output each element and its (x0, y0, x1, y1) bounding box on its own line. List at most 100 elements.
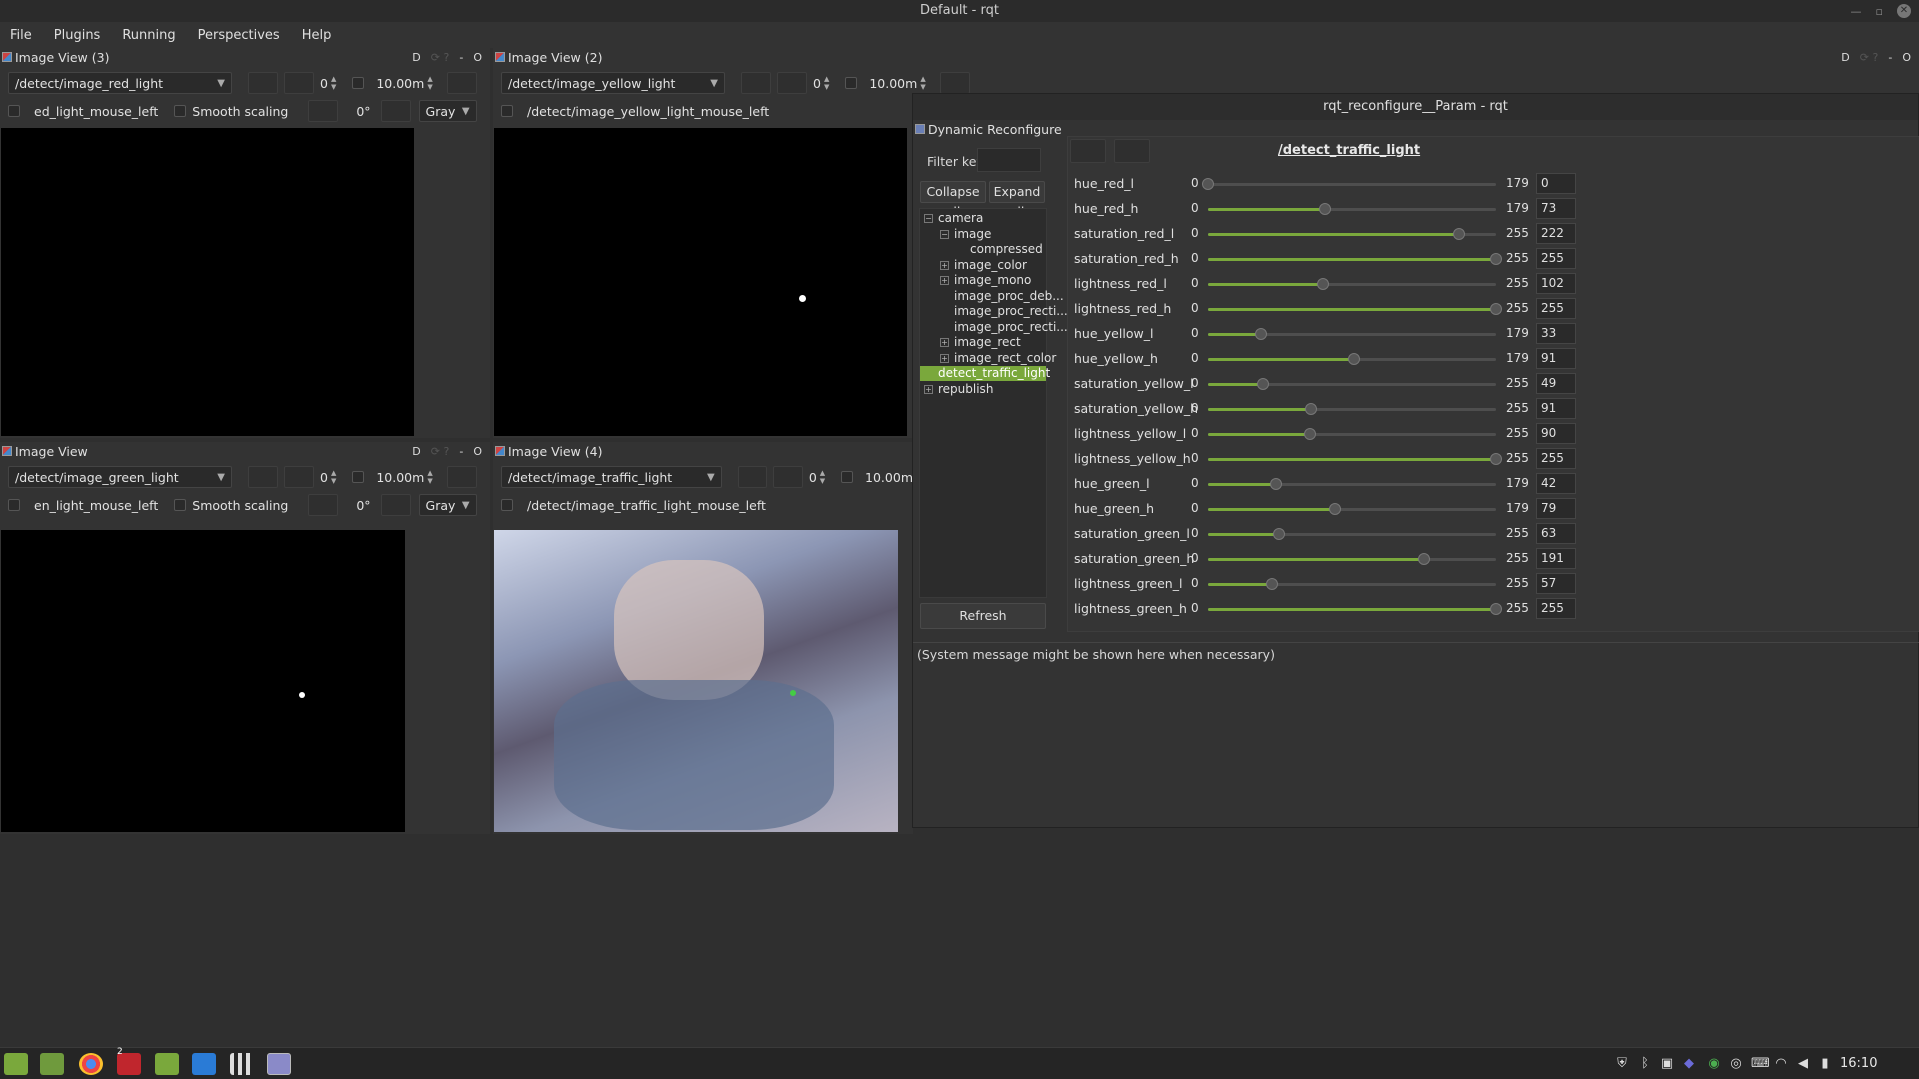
rotate-right-button[interactable] (380, 494, 411, 516)
slider-handle[interactable] (1255, 328, 1268, 340)
slider-handle[interactable] (1202, 178, 1214, 190)
publish-checkbox[interactable] (841, 471, 854, 483)
slider-handle[interactable] (1329, 503, 1342, 515)
expand-icon[interactable]: + (940, 338, 949, 347)
param-value-input[interactable]: 191 (1536, 548, 1576, 569)
dock-refresh-icon[interactable]: ⟳ ? (1860, 51, 1879, 64)
show-desktop-icon[interactable] (40, 1053, 64, 1075)
menu-help[interactable]: Help (298, 26, 336, 45)
param-slider[interactable] (1208, 403, 1496, 415)
menu-file[interactable]: File (6, 26, 36, 45)
nvidia-icon[interactable]: ◎ (1728, 1056, 1744, 1072)
collapse-icon[interactable]: − (940, 230, 949, 239)
dock-close-button[interactable]: O (473, 51, 482, 64)
dock-float-button[interactable]: D (412, 51, 420, 64)
tree-node-image-rect-color[interactable]: + image_rect_color (940, 351, 1056, 366)
slider-handle[interactable] (1317, 278, 1330, 290)
spin-box[interactable]: 0 ▲ ▼ (809, 466, 825, 488)
period-spin[interactable]: 10.00m (865, 466, 913, 488)
param-slider[interactable] (1208, 278, 1496, 290)
param-slider[interactable] (1208, 228, 1496, 240)
menu-perspectives[interactable]: Perspectives (194, 26, 284, 45)
slider-handle[interactable] (1490, 603, 1502, 615)
slider-handle[interactable] (1490, 253, 1502, 265)
files-icon[interactable] (155, 1053, 179, 1075)
param-value-input[interactable]: 79 (1536, 498, 1576, 519)
param-value-input[interactable]: 33 (1536, 323, 1576, 344)
dock-refresh-icon[interactable]: ⟳ ? (431, 445, 450, 458)
param-slider[interactable] (1208, 303, 1502, 315)
mouse-publish-checkbox[interactable] (8, 105, 20, 117)
sync-icon[interactable]: ◉ (1706, 1056, 1722, 1072)
param-value-input[interactable]: 102 (1536, 273, 1576, 294)
param-value-input[interactable]: 255 (1536, 448, 1576, 469)
image-display[interactable] (1, 128, 414, 436)
slider-handle[interactable] (1303, 428, 1316, 440)
spin-box[interactable]: 0 ▲ ▼ (320, 72, 336, 94)
rotate-left-button[interactable] (308, 494, 339, 516)
zoom-button[interactable] (777, 72, 807, 94)
teams-icon[interactable]: ◆ (1681, 1056, 1697, 1072)
param-slider[interactable] (1208, 453, 1502, 465)
topic-select[interactable]: /detect/image_red_light ▼ (8, 72, 232, 94)
publish-checkbox[interactable] (352, 77, 365, 89)
zoom-button[interactable] (284, 72, 314, 94)
topic-select[interactable]: /detect/image_traffic_light ▼ (501, 466, 722, 488)
param-value-input[interactable]: 255 (1536, 248, 1576, 269)
publish-checkbox[interactable] (352, 471, 365, 483)
save-image-button[interactable] (939, 72, 970, 94)
param-slider[interactable] (1208, 428, 1496, 440)
param-slider[interactable] (1208, 253, 1502, 265)
refresh-topics-button[interactable] (248, 466, 278, 488)
menu-running[interactable]: Running (118, 26, 179, 45)
tree-node-image-proc-rectify-1[interactable]: image_proc_recti... (954, 304, 1068, 319)
refresh-button[interactable]: Refresh (920, 603, 1046, 629)
slider-handle[interactable] (1490, 453, 1502, 465)
topic-select[interactable]: /detect/image_yellow_light ▼ (501, 72, 725, 94)
param-slider[interactable] (1208, 503, 1496, 515)
refresh-topics-button[interactable] (248, 72, 278, 94)
menu-icon[interactable] (4, 1053, 28, 1075)
param-value-input[interactable]: 90 (1536, 423, 1576, 444)
slider-handle[interactable] (1304, 403, 1317, 415)
rqt-window-icon[interactable] (267, 1053, 291, 1075)
dock-minimize-button[interactable]: - (459, 445, 463, 458)
param-value-input[interactable]: 63 (1536, 523, 1576, 544)
dock-close-button[interactable]: O (1902, 51, 1911, 64)
slider-handle[interactable] (1490, 303, 1502, 315)
param-value-input[interactable]: 42 (1536, 473, 1576, 494)
mouse-publish-checkbox[interactable] (501, 499, 513, 511)
period-spin[interactable]: 10.00m ▲ ▼ (376, 72, 432, 94)
param-slider[interactable] (1208, 353, 1496, 365)
param-value-input[interactable]: 57 (1536, 573, 1576, 594)
slider-handle[interactable] (1269, 478, 1282, 490)
expand-icon[interactable]: + (940, 354, 949, 363)
chrome-icon[interactable] (79, 1053, 103, 1075)
param-slider[interactable] (1208, 603, 1502, 615)
slider-handle[interactable] (1257, 378, 1270, 390)
spin-box[interactable]: 0 ▲ ▼ (320, 466, 336, 488)
rotate-right-button[interactable] (380, 100, 411, 122)
slider-handle[interactable] (1266, 578, 1279, 590)
save-image-button[interactable] (446, 72, 477, 94)
mouse-publish-checkbox[interactable] (501, 105, 513, 117)
save-params-button[interactable] (1070, 139, 1106, 163)
param-value-input[interactable]: 49 (1536, 373, 1576, 394)
minimize-icon[interactable]: — (1851, 5, 1862, 18)
expand-icon[interactable]: + (940, 261, 949, 270)
expand-all-button[interactable]: Expand all (989, 181, 1045, 219)
param-value-input[interactable]: 91 (1536, 398, 1576, 419)
mouse-publish-checkbox[interactable] (8, 499, 20, 511)
dock-minimize-button[interactable]: - (459, 51, 463, 64)
rotate-left-button[interactable] (308, 100, 339, 122)
param-value-input[interactable]: 73 (1536, 198, 1576, 219)
expand-icon[interactable]: + (924, 385, 933, 394)
topic-select[interactable]: /detect/image_green_light ▼ (8, 466, 232, 488)
tree-node-image-mono[interactable]: + image_mono (940, 273, 1031, 288)
clock[interactable]: 16:10 (1840, 1056, 1877, 1071)
tree-node-image-color[interactable]: + image_color (940, 258, 1027, 273)
close-icon[interactable]: ✕ (1897, 4, 1911, 18)
param-slider[interactable] (1208, 528, 1496, 540)
param-slider[interactable] (1208, 328, 1496, 340)
tree-node-image[interactable]: − image (940, 227, 991, 242)
